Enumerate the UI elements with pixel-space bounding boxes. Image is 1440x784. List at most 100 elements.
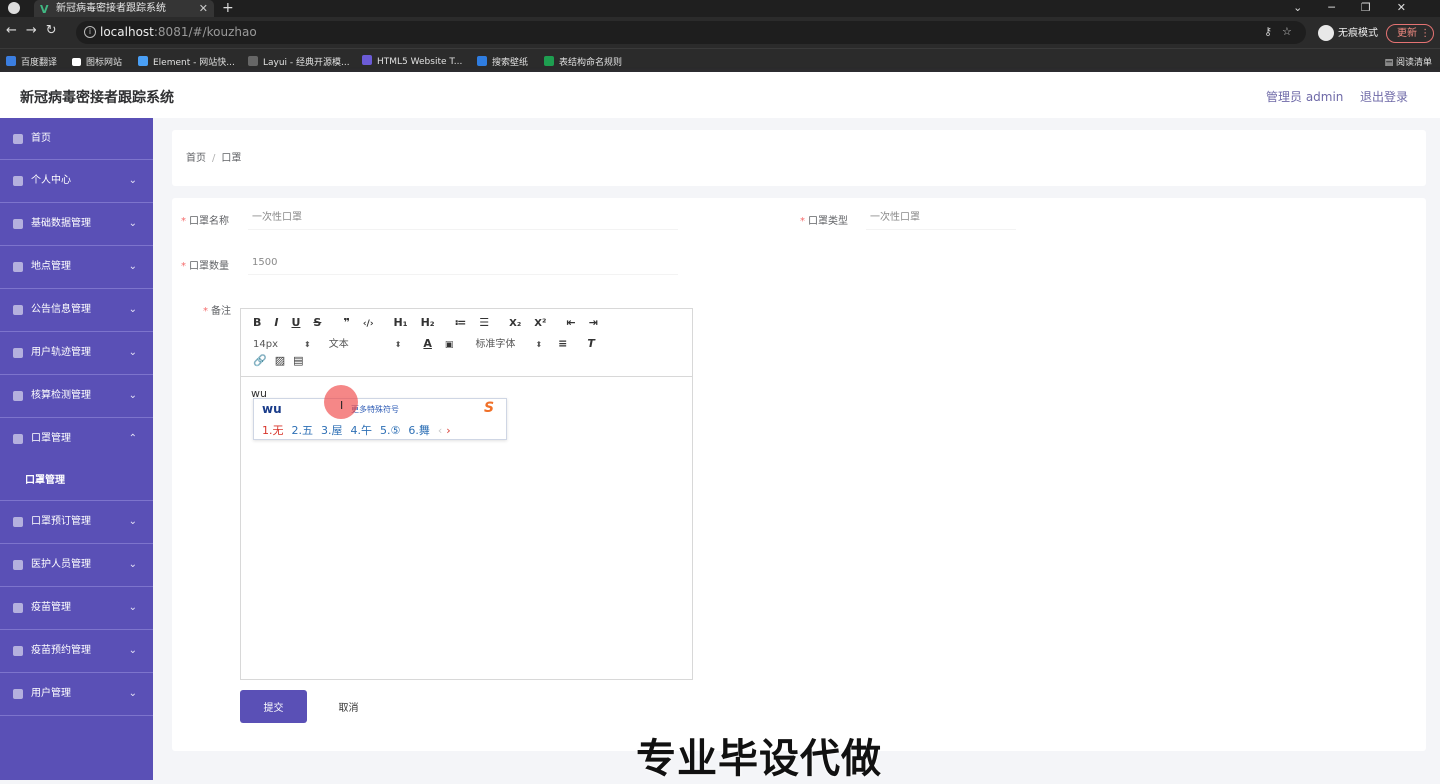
- italic-button[interactable]: I: [274, 316, 278, 329]
- flag-icon: [72, 58, 81, 66]
- font-family-select[interactable]: 标准字体: [475, 335, 515, 350]
- bookmark-baidu-translate[interactable]: 百度翻译: [6, 55, 57, 68]
- sidebar-item-vaccine-appointments[interactable]: 疫苗预约管理 ⌄: [0, 630, 153, 673]
- heading2-button[interactable]: H₂: [421, 316, 435, 329]
- bullet-list-button[interactable]: ☰: [479, 316, 489, 329]
- ime-candidate[interactable]: 4.午: [351, 424, 373, 437]
- breadcrumb-home[interactable]: 首页: [186, 153, 206, 164]
- mask-quantity-label: * 口罩数量: [181, 261, 229, 272]
- ime-candidate[interactable]: 5.⑤: [380, 424, 400, 437]
- clear-format-icon[interactable]: T: [587, 337, 595, 350]
- flag-icon: [13, 391, 23, 401]
- remark-label: * 备注: [203, 306, 231, 317]
- background-color-icon[interactable]: ▣: [445, 340, 454, 350]
- chevron-down-icon: ⌄: [128, 390, 137, 401]
- breadcrumb-separator: /: [212, 153, 216, 164]
- ime-candidate[interactable]: 3.屋: [321, 424, 343, 437]
- bookmark-html5-template[interactable]: HTML5 Website T...: [362, 55, 462, 67]
- chevron-down-icon: ⌄: [128, 175, 137, 186]
- ime-candidates: 1.无 2.五 3.屋 4.午 5.⑤ 6.舞 ‹ ›: [262, 422, 455, 438]
- chevron-down-icon: ⌄: [128, 559, 137, 570]
- bookmark-wallpaper[interactable]: 搜索壁纸: [477, 55, 528, 68]
- sidebar-item-user-tracks[interactable]: 用户轨迹管理 ⌄: [0, 332, 153, 375]
- underline-button[interactable]: U: [291, 316, 300, 329]
- indent-button[interactable]: ⇥: [589, 316, 598, 329]
- outdent-button[interactable]: ⇤: [566, 316, 575, 329]
- sidebar-item-medical-staff[interactable]: 医护人员管理 ⌄: [0, 544, 153, 587]
- chevron-down-icon: ⌄: [128, 688, 137, 699]
- link-icon[interactable]: 🔗: [253, 354, 267, 367]
- html5-logo-icon: [362, 55, 372, 65]
- ime-candidate[interactable]: 6.舞: [408, 424, 430, 437]
- ordered-list-button[interactable]: ≔: [455, 316, 467, 329]
- sidebar-item-users[interactable]: 用户管理 ⌄: [0, 673, 153, 716]
- bookmark-layui[interactable]: Layui - 经典开源模...: [248, 55, 350, 68]
- send-icon: [13, 646, 23, 656]
- browser-tab-strip: V 新冠病毒密接者跟踪系统 ✕ + ⌄─❐✕: [0, 0, 1440, 17]
- incognito-indicator[interactable]: 无痕模式: [1318, 24, 1378, 41]
- sidebar-item-announcements[interactable]: 公告信息管理 ⌄: [0, 289, 153, 332]
- sidebar-item-home[interactable]: 首页: [0, 118, 153, 160]
- sidebar-subitem-mask-management[interactable]: 口罩管理: [0, 461, 153, 501]
- video-watermark: 专业毕设代做: [636, 736, 882, 782]
- video-icon[interactable]: ▤: [293, 354, 303, 367]
- font-color-icon[interactable]: A: [423, 337, 432, 350]
- bookmark-icon-site[interactable]: 图标网站: [72, 55, 122, 68]
- address-bar[interactable]: i localhost:8081/#/kouzhao: [76, 21, 1306, 44]
- nav-buttons[interactable]: ←→↻: [6, 23, 66, 38]
- toolbar-row-media: 🔗 ▨ ▤: [253, 354, 317, 367]
- browser-tab[interactable]: V 新冠病毒密接者跟踪系统 ✕: [34, 0, 214, 17]
- mask-name-input[interactable]: 一次性口罩: [248, 206, 678, 230]
- align-icon[interactable]: ≡: [558, 337, 567, 350]
- superscript-button[interactable]: X²: [534, 318, 546, 329]
- text-style-select[interactable]: 文本: [329, 335, 349, 350]
- subscript-button[interactable]: X₂: [509, 318, 521, 329]
- ime-next-page-icon[interactable]: ›: [446, 424, 450, 437]
- key-star-icons[interactable]: ⚷☆: [1264, 25, 1302, 38]
- chevron-up-icon: ⌃: [128, 433, 137, 444]
- code-button[interactable]: ‹/›: [363, 319, 374, 329]
- sidebar-item-vaccines[interactable]: 疫苗管理 ⌄: [0, 587, 153, 630]
- bookmark-naming-rules[interactable]: 表结构命名规则: [544, 55, 622, 68]
- ime-candidate[interactable]: 2.五: [292, 424, 314, 437]
- list-icon: [13, 219, 23, 229]
- image-icon[interactable]: ▨: [275, 354, 285, 367]
- strike-button[interactable]: S: [313, 316, 321, 329]
- window-controls[interactable]: ⌄─❐✕: [1293, 0, 1432, 16]
- site-info-icon[interactable]: i: [84, 26, 96, 38]
- reading-list[interactable]: ▤ 阅读清单: [1385, 55, 1432, 68]
- sidebar-item-masks[interactable]: 口罩管理 ⌃: [0, 418, 153, 461]
- chevron-down-icon: ⌄: [128, 645, 137, 656]
- update-button[interactable]: 更新 ⋮: [1386, 24, 1434, 43]
- bookmark-element[interactable]: Element - 网站快...: [138, 55, 235, 68]
- new-tab-button[interactable]: +: [222, 0, 234, 16]
- ime-prev-page-icon[interactable]: ‹: [438, 424, 442, 437]
- blockquote-button[interactable]: ❞: [343, 316, 349, 329]
- logout-link[interactable]: 退出登录: [1360, 88, 1408, 105]
- url-host: localhost: [100, 25, 154, 39]
- sidebar-item-basic-data[interactable]: 基础数据管理 ⌄: [0, 203, 153, 246]
- ime-candidate-window: wu 更多特殊符号 S 1.无 2.五 3.屋 4.午 5.⑤ 6.舞 ‹ ›: [253, 398, 507, 440]
- ime-composition: wu: [262, 402, 282, 416]
- sidebar-item-mask-booking[interactable]: 口罩预订管理 ⌄: [0, 501, 153, 544]
- sidebar-item-tests[interactable]: 核算检测管理 ⌄: [0, 375, 153, 418]
- track-icon: [13, 348, 23, 358]
- heading1-button[interactable]: H₁: [394, 316, 408, 329]
- chrome-menu-icon[interactable]: [8, 2, 20, 14]
- mask-quantity-input[interactable]: 1500: [248, 251, 678, 275]
- sidebar-item-profile[interactable]: 个人中心 ⌄: [0, 160, 153, 203]
- cancel-button[interactable]: 取消: [320, 690, 377, 723]
- mask-type-select[interactable]: 一次性口罩: [866, 206, 1016, 230]
- chevron-down-icon: ⌄: [128, 602, 137, 613]
- ime-more-symbols-link[interactable]: 更多特殊符号: [351, 404, 399, 415]
- text-style-arrow-icon: ⬍: [394, 340, 402, 349]
- mask-type-label: * 口罩类型: [800, 216, 848, 227]
- bookmark-icon: [6, 56, 16, 66]
- submit-button[interactable]: 提交: [240, 690, 307, 723]
- close-tab-icon[interactable]: ✕: [199, 0, 208, 17]
- ime-candidate[interactable]: 1.无: [262, 424, 284, 437]
- bold-button[interactable]: B: [253, 316, 261, 329]
- app-title: 新冠病毒密接者跟踪系统: [20, 90, 174, 106]
- font-size-select[interactable]: 14px: [253, 339, 278, 350]
- sidebar-item-locations[interactable]: 地点管理 ⌄: [0, 246, 153, 289]
